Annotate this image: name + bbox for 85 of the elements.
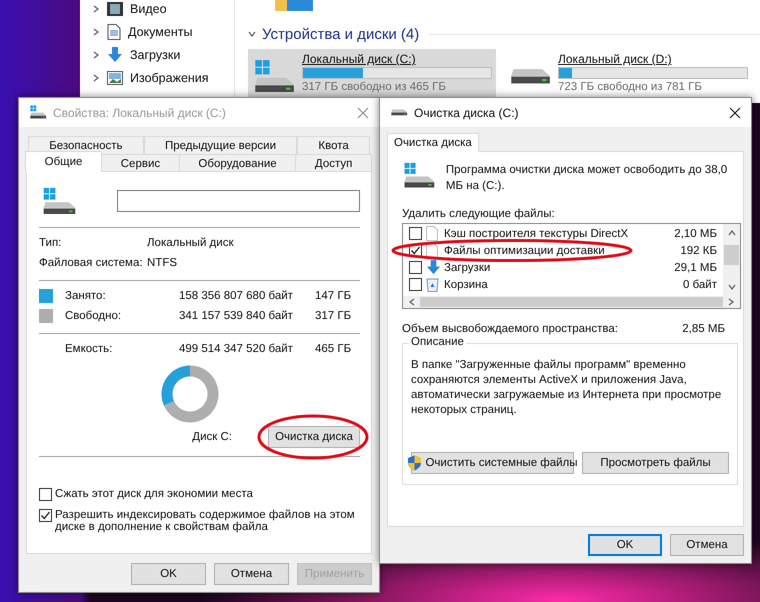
name-field[interactable] [117, 190, 360, 212]
checkbox[interactable] [409, 278, 422, 291]
nav-item[interactable]: Документы [128, 24, 192, 38]
scroll-down-icon [728, 283, 736, 291]
scroll-up-icon [728, 229, 736, 237]
expand-chevron-icon [92, 74, 100, 82]
shield-icon [407, 455, 422, 471]
drive-icon [41, 186, 77, 216]
drive-tile[interactable]: Локальный диск (D:) 723 ГБ свободно из 781 ГБ [504, 49, 752, 101]
bytes-value: 158 356 807 680 байт [179, 290, 294, 302]
file-category[interactable]: Кэш построителя текстуры DirectX [444, 228, 674, 240]
field-label: Свободно: [65, 310, 122, 322]
image-icon [107, 70, 123, 84]
vertical-scrollbar[interactable] [723, 224, 740, 296]
description-text: В папке "Загруженные файлы программ" временно сохраняются элементы ActiveX и приложения Java, автоматически загружаемые из Интернета при просмотре некоторых страниц. [411, 358, 722, 418]
dialog-button[interactable]: Отмена [214, 563, 289, 585]
checkbox[interactable] [409, 261, 422, 274]
file-category[interactable]: Файлы оптимизации доставки [444, 244, 680, 256]
field-label: Занято: [65, 290, 107, 302]
total-label: Объем высвобождаемого пространства: [402, 323, 618, 335]
disk-label: Диск C: [192, 431, 232, 443]
total-value: 2,85 МБ [682, 323, 725, 335]
drive-icon [390, 108, 408, 116]
size-value: 192 КБ [680, 244, 717, 256]
size-value: 0 байт [682, 278, 717, 290]
tab[interactable]: Квота [297, 136, 370, 154]
download-icon [426, 260, 441, 275]
checkbox-label[interactable]: Сжать этот диск для экономии места [55, 488, 253, 500]
field-value: Локальный диск [147, 237, 234, 249]
dialog-button[interactable]: OK [131, 563, 206, 585]
bytes-value: 341 157 539 840 байт [179, 310, 294, 322]
close-icon[interactable] [729, 106, 741, 118]
checkbox-label[interactable]: Разрешить индексировать содержимое файлов на этом диске в дополнение к свойствам файла [55, 509, 360, 533]
drive-name: Локальный диск (C:) [302, 52, 417, 66]
tab[interactable]: Очистка диска [387, 133, 479, 152]
checkbox[interactable] [409, 227, 422, 240]
field-label: Тип: [39, 237, 62, 249]
scroll-right-icon [727, 298, 735, 306]
size-value: 317 ГБ [315, 310, 352, 322]
tab[interactable]: Доступ [295, 154, 372, 172]
horizontal-scrollbar[interactable] [403, 296, 740, 308]
file-category[interactable]: Корзина [444, 278, 683, 290]
field-label: Емкость: [65, 343, 114, 355]
section-title[interactable]: Устройства и диски (4) [262, 26, 420, 42]
window-title: Очистка диска (C:) [414, 106, 520, 120]
expand-chevron-icon [92, 4, 100, 12]
file-icon [426, 226, 438, 241]
free-space-text: 723 ГБ свободно из 781 ГБ [558, 80, 703, 94]
tab[interactable]: Общие [25, 151, 102, 172]
download-icon [107, 46, 123, 62]
drive-icon [29, 105, 47, 120]
nav-item[interactable]: Загрузки [130, 48, 180, 62]
dialog-button[interactable]: OK [588, 534, 662, 556]
tab[interactable]: Сервис [101, 154, 180, 172]
bytes-value: 499 514 347 520 байт [179, 343, 294, 355]
tab[interactable]: Оборудование [178, 154, 296, 172]
dialog-button[interactable]: Отмена [670, 534, 744, 556]
checkbox[interactable] [39, 509, 52, 522]
intro-text: Программа очистки диска может освободить до 38,0 МБ на (C:). [446, 163, 728, 194]
field-label: Файловая система: [39, 257, 144, 269]
size-value: 2,10 МБ [674, 228, 717, 240]
size-value: 465 ГБ [315, 343, 352, 355]
document-icon [107, 24, 121, 40]
field-value: NTFS [147, 257, 178, 269]
expand-chevron-icon [92, 28, 100, 36]
tab[interactable]: Предыдущие версии [144, 136, 298, 154]
recycle-bin-icon [426, 277, 439, 292]
disk-cleanup-button[interactable]: Очистка диска [268, 426, 360, 448]
nav-item[interactable]: Изображения [130, 70, 209, 84]
action-button[interactable]: Просмотреть файлы [582, 452, 729, 474]
free-space-text: 317 ГБ свободно из 465 ГБ [302, 80, 447, 94]
file-category[interactable]: Загрузки [444, 262, 674, 274]
nav-item[interactable]: Видео [130, 2, 167, 16]
drive-icon [402, 162, 436, 190]
scroll-left-icon [408, 298, 416, 306]
drive-name: Локальный диск (D:) [558, 52, 673, 66]
group-title: Описание [409, 336, 466, 348]
chevron-icon[interactable] [248, 30, 256, 38]
size-value: 29,1 МБ [674, 262, 717, 274]
size-value: 147 ГБ [315, 290, 352, 302]
checkbox[interactable] [39, 488, 52, 501]
film-icon [107, 2, 123, 16]
list-label: Удалить следующие файлы: [402, 208, 556, 220]
expand-chevron-icon [92, 50, 100, 58]
window-title: Свойства: Локальный диск (C:) [53, 106, 227, 120]
